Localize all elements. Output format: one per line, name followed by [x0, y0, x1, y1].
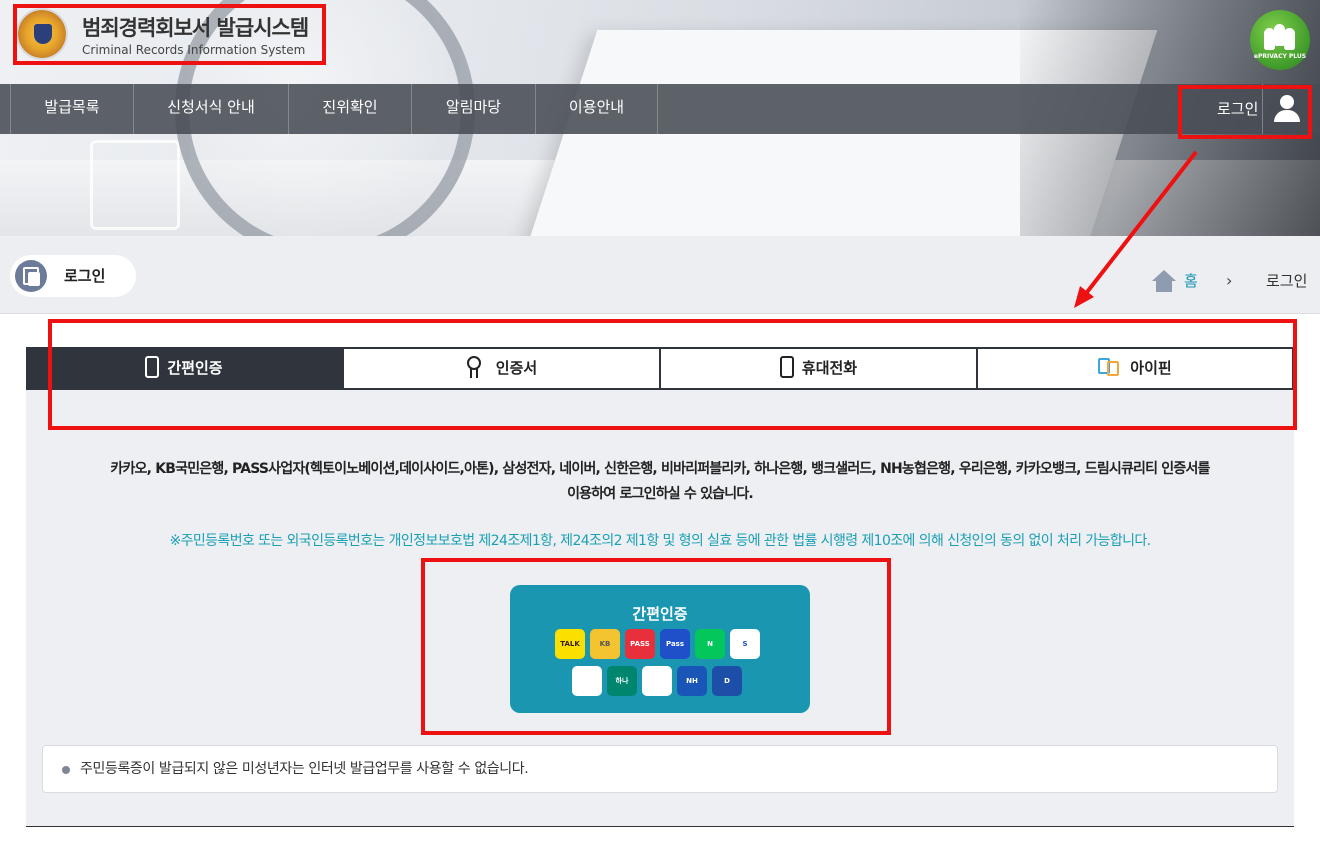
- home-icon[interactable]: [1152, 270, 1176, 292]
- nav-item-issue-list[interactable]: 발급목록: [11, 84, 134, 134]
- eprivacy-label: ePRIVACY PLUS: [1253, 53, 1307, 60]
- dream-icon: D: [712, 666, 742, 696]
- banner-document: [90, 140, 180, 230]
- nav-item-form-guide[interactable]: 신청서식 안내: [134, 84, 289, 134]
- simple-auth-title: 간편인증: [632, 605, 688, 623]
- nav-login-button[interactable]: 로그인: [1210, 84, 1310, 134]
- page-header-bar: 로그인: [0, 236, 1320, 314]
- document-icon: [15, 260, 47, 292]
- toss-icon: [572, 666, 602, 696]
- tab-label: 인증서: [495, 359, 538, 377]
- tab-label: 아이핀: [1130, 359, 1172, 377]
- page-title-pill: 로그인: [10, 255, 136, 297]
- bullet-icon: [62, 766, 70, 774]
- simple-auth-button[interactable]: 간편인증 TALK KB PASS Pass N S 하나 NH D: [510, 585, 810, 713]
- tab-simple-auth[interactable]: 간편인증: [26, 347, 344, 390]
- breadcrumb-home[interactable]: 홈: [1184, 268, 1198, 294]
- naver-icon: N: [695, 629, 725, 659]
- nav-login-label: 로그인: [1217, 100, 1259, 118]
- mobile-icon: [779, 355, 794, 378]
- hana-icon: 하나: [607, 666, 637, 696]
- tab-ipin[interactable]: 아이핀: [978, 347, 1294, 390]
- auth-description: 카카오, KB국민은행, PASS사업자(헥토이노베이션,데이사이드,아톤), …: [26, 457, 1294, 507]
- breadcrumb: 홈 › 로그인: [1148, 268, 1318, 296]
- page-title: 로그인: [64, 267, 106, 285]
- samsung-pass-icon: Pass: [660, 629, 690, 659]
- people-icon: [1264, 24, 1296, 50]
- kakao-icon: TALK: [555, 629, 585, 659]
- login-panel: 간편인증 인증서 휴대전화 아이핀 카카오, KB국민은행, PASS사업자(헥…: [26, 347, 1294, 827]
- banksalad-icon: [642, 666, 672, 696]
- nav-item-notice[interactable]: 알림마당: [412, 84, 536, 134]
- info-box: 주민등록증이 발급되지 않은 미성년자는 인터넷 발급업무를 사용할 수 없습니…: [42, 745, 1278, 793]
- kb-icon: KB: [590, 629, 620, 659]
- info-text: 주민등록증이 발급되지 않은 미성년자는 인터넷 발급업무를 사용할 수 없습니…: [80, 761, 529, 777]
- nh-icon: NH: [677, 666, 707, 696]
- legal-notice: ※주민등록번호 또는 외국인등록번호는 개인정보보호법 제24조제1항, 제24…: [169, 533, 1151, 549]
- site-logo[interactable]: 범죄경력회보서 발급시스템 Criminal Records Informati…: [14, 4, 325, 64]
- phone-icon: [145, 355, 160, 378]
- site-subtitle: Criminal Records Information System: [82, 43, 306, 57]
- chevron-right-icon: ›: [1226, 271, 1233, 290]
- auth-description-line2: 이용하여 로그인하실 수 있습니다.: [567, 486, 754, 502]
- auth-tabs: 간편인증 인증서 휴대전화 아이핀: [26, 347, 1294, 390]
- main-nav: 발급목록 신청서식 안내 진위확인 알림마당 이용안내 로그인: [0, 84, 1320, 134]
- nav-item-usage-guide[interactable]: 이용안내: [536, 84, 658, 134]
- pass-icon: PASS: [625, 629, 655, 659]
- tab-certificate[interactable]: 인증서: [344, 347, 661, 390]
- tab-label: 간편인증: [167, 359, 223, 377]
- breadcrumb-current: 로그인: [1266, 272, 1308, 290]
- shinhan-icon: S: [730, 629, 760, 659]
- auth-description-line1: 카카오, KB국민은행, PASS사업자(헥토이노베이션,데이사이드,아톤), …: [110, 461, 1210, 477]
- nav-item-verify[interactable]: 진위확인: [289, 84, 412, 134]
- police-emblem-icon: [16, 8, 68, 60]
- ipin-icon: [1098, 357, 1120, 376]
- tab-mobile-phone[interactable]: 휴대전화: [661, 347, 978, 390]
- site-title: 범죄경력회보서 발급시스템: [82, 16, 309, 40]
- user-icon: [1262, 84, 1310, 134]
- certificate-icon: [466, 355, 482, 378]
- tab-label: 휴대전화: [801, 359, 858, 377]
- eprivacy-badge[interactable]: ePRIVACY PLUS: [1250, 10, 1310, 70]
